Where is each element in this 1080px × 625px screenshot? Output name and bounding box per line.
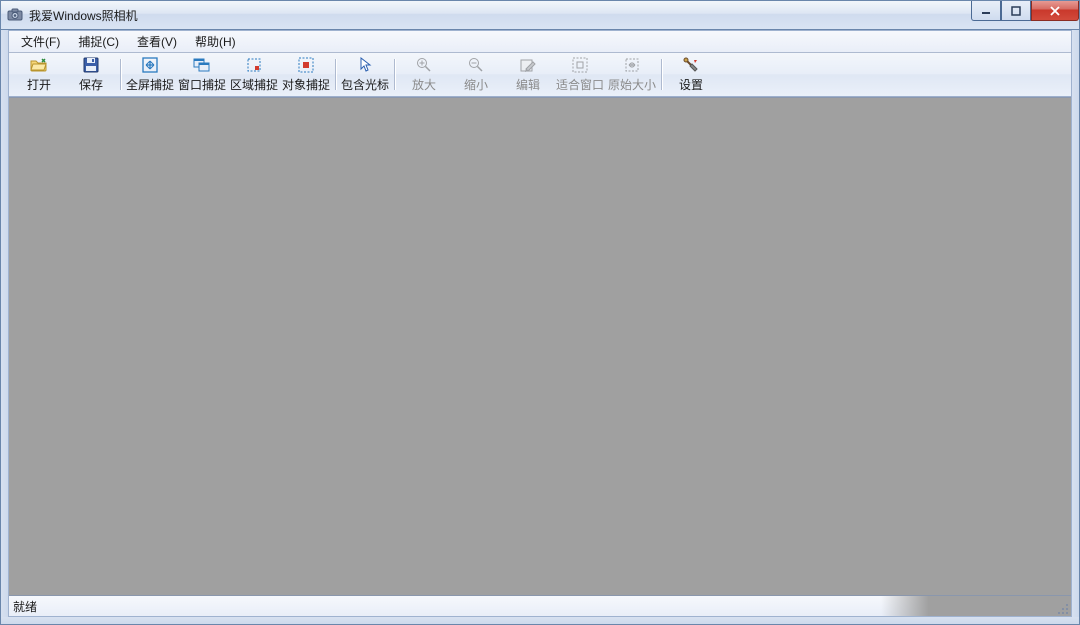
fit-window-label: 适合窗口	[556, 76, 604, 93]
close-button[interactable]	[1031, 1, 1079, 21]
actual-size-icon	[624, 56, 640, 74]
toolbar: 打开 保存 全屏捕捉	[9, 53, 1071, 97]
window-capture-label: 窗口捕捉	[178, 76, 226, 93]
window-title: 我爱Windows照相机	[29, 7, 138, 24]
include-cursor-label: 包含光标	[341, 76, 389, 93]
frame-border-right	[1072, 30, 1080, 625]
save-button[interactable]: 保存	[65, 55, 117, 94]
menu-view[interactable]: 查看(V)	[129, 31, 185, 52]
include-cursor-button[interactable]: 包含光标	[339, 55, 391, 94]
frame-border-left	[0, 30, 8, 625]
maximize-button[interactable]	[1001, 1, 1031, 21]
fullscreen-capture-label: 全屏捕捉	[126, 76, 174, 93]
fullscreen-capture-button[interactable]: 全屏捕捉	[124, 55, 176, 94]
fit-window-button: 适合窗口	[554, 55, 606, 94]
zoom-out-button: 缩小	[450, 55, 502, 94]
settings-button[interactable]: 设置	[665, 55, 717, 94]
edit-label: 编辑	[516, 76, 540, 93]
object-capture-button[interactable]: 对象捕捉	[280, 55, 332, 94]
edit-icon	[520, 56, 536, 74]
toolbar-separator	[335, 59, 336, 90]
client-area: 文件(F) 捕捉(C) 查看(V) 帮助(H) 打开	[8, 30, 1072, 617]
fit-window-icon	[572, 56, 588, 74]
app-icon	[7, 7, 23, 23]
object-capture-label: 对象捕捉	[282, 76, 330, 93]
title-bar: 我爱Windows照相机	[0, 0, 1080, 30]
menu-help[interactable]: 帮助(H)	[187, 31, 244, 52]
window-capture-icon	[193, 56, 211, 74]
zoom-in-button: 放大	[398, 55, 450, 94]
resize-grip-icon[interactable]	[1055, 601, 1069, 615]
toolbar-separator	[394, 59, 395, 90]
region-capture-icon	[246, 56, 262, 74]
zoom-out-label: 缩小	[464, 76, 488, 93]
menu-bar: 文件(F) 捕捉(C) 查看(V) 帮助(H)	[9, 31, 1071, 53]
toolbar-separator	[120, 59, 121, 90]
zoom-in-label: 放大	[412, 76, 436, 93]
open-label: 打开	[27, 76, 51, 93]
actual-size-button: 原始大小	[606, 55, 658, 94]
edit-button: 编辑	[502, 55, 554, 94]
save-label: 保存	[79, 76, 103, 93]
status-fade	[881, 596, 1071, 616]
zoom-out-icon	[468, 56, 484, 74]
menu-file[interactable]: 文件(F)	[13, 31, 68, 52]
fullscreen-capture-icon	[142, 56, 158, 74]
menu-capture[interactable]: 捕捉(C)	[70, 31, 127, 52]
window-controls	[971, 1, 1079, 21]
object-capture-icon	[298, 56, 314, 74]
folder-open-icon	[30, 56, 48, 74]
actual-size-label: 原始大小	[608, 76, 656, 93]
region-capture-button[interactable]: 区域捕捉	[228, 55, 280, 94]
content-area	[9, 97, 1071, 596]
open-button[interactable]: 打开	[13, 55, 65, 94]
window-capture-button[interactable]: 窗口捕捉	[176, 55, 228, 94]
settings-label: 设置	[679, 76, 703, 93]
floppy-disk-icon	[83, 56, 99, 74]
settings-icon	[683, 56, 699, 74]
status-text: 就绪	[13, 598, 37, 615]
toolbar-separator	[661, 59, 662, 90]
zoom-in-icon	[416, 56, 432, 74]
status-bar: 就绪	[9, 596, 1071, 616]
region-capture-label: 区域捕捉	[230, 76, 278, 93]
minimize-button[interactable]	[971, 1, 1001, 21]
frame-border-bottom	[0, 617, 1080, 625]
cursor-icon	[358, 56, 372, 74]
